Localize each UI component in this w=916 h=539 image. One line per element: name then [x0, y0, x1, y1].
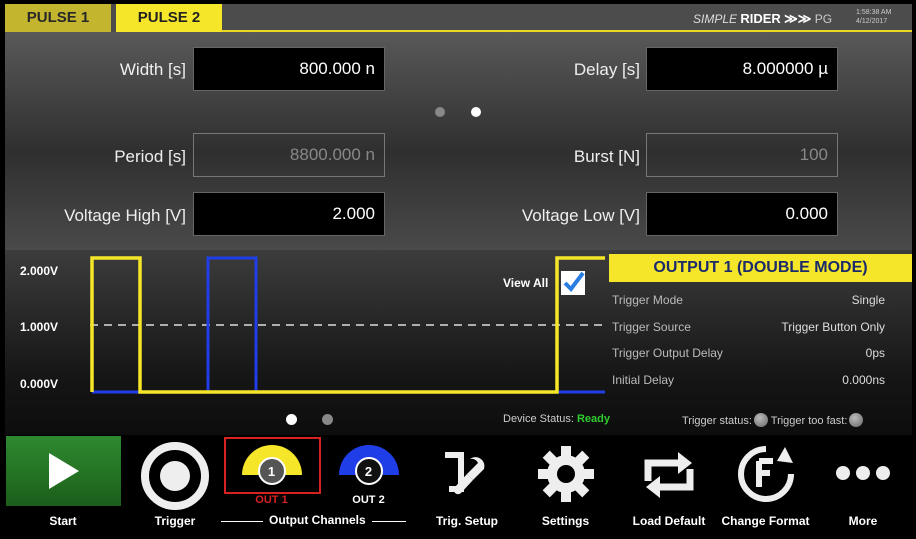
trigger-label: Trigger — [154, 514, 196, 528]
gear-icon — [537, 446, 594, 502]
trigger-output-delay-value: 0ps — [865, 346, 885, 360]
waveform-panel: 2.000V 1.000V 0.000V View All OUTPUT 1 (… — [5, 250, 912, 435]
change-format-label: Change Format — [721, 514, 810, 528]
load-default-label: Load Default — [632, 514, 706, 528]
out1-label: OUT 1 — [255, 494, 288, 506]
more-label: More — [848, 514, 878, 528]
trigger-status: Trigger status: Trigger too fast: — [682, 413, 864, 427]
device-status: Device Status: Ready — [503, 413, 610, 425]
initial-delay-label: Initial Delay — [612, 373, 675, 387]
trigger-button[interactable]: Trigger — [125, 435, 225, 535]
brand-suffix: PG — [814, 12, 833, 26]
clock-date: 4/12/2017 — [856, 18, 888, 25]
trigger-status-label: Trigger status: — [682, 415, 752, 427]
trig-setup-label: Trig. Setup — [435, 514, 498, 528]
bottom-toolbar: Start Trigger 1 OUT 1 2 OUT 2 Output Cha… — [5, 435, 912, 535]
page-dot-2[interactable] — [471, 107, 481, 117]
more-icon — [836, 466, 890, 480]
load-default-button[interactable]: Load Default — [619, 435, 719, 535]
start-label: Start — [49, 514, 77, 528]
trigger-source-label: Trigger Source — [612, 320, 691, 334]
brand-name-bold: RIDER — [740, 11, 781, 26]
tab-pulse-2[interactable]: PULSE 2 — [116, 4, 222, 32]
voltage-low-label: Voltage Low [V] — [521, 206, 640, 225]
trigger-source-value: Trigger Button Only — [781, 320, 885, 334]
view-all-label: View All — [503, 276, 549, 290]
wave-page-dot-1[interactable] — [286, 414, 297, 425]
output-channels-label: Output Channels — [263, 513, 372, 527]
refresh-icon — [644, 452, 694, 498]
trigger-status-led-icon — [753, 413, 768, 427]
format-icon — [737, 446, 794, 502]
change-format-button[interactable]: Change Format — [718, 435, 813, 535]
period-label: Period [s] — [114, 147, 186, 166]
tab-pulse-1[interactable]: PULSE 1 — [5, 4, 111, 32]
burst-field: 100 — [646, 133, 838, 177]
trigger-mode-label: Trigger Mode — [612, 293, 683, 307]
delay-label: Delay [s] — [573, 60, 640, 79]
trigger-too-fast-label: Trigger too fast: — [770, 415, 848, 427]
trigger-icon — [141, 442, 209, 510]
wave-page-dot-2[interactable] — [322, 414, 333, 425]
brand-name: SIMPLE — [693, 12, 738, 26]
trigger-mode-value: Single — [851, 293, 885, 307]
clock: 1:58:38 AM 4/12/2017 — [856, 8, 891, 26]
play-icon — [49, 453, 79, 489]
voltage-high-field[interactable]: 2.000 — [193, 192, 385, 236]
delay-field[interactable]: 8.000000 µ — [646, 47, 838, 91]
trigger-output-delay-label: Trigger Output Delay — [612, 346, 723, 360]
trig-setup-button[interactable]: Trig. Setup — [422, 435, 512, 535]
trigger-too-fast-led-icon — [849, 413, 864, 427]
initial-delay-value: 0.000ns — [842, 373, 885, 387]
period-field: 8800.000 n — [193, 133, 385, 177]
start-button[interactable]: Start — [5, 435, 121, 535]
page-dot-1[interactable] — [435, 107, 445, 117]
view-all-checkbox[interactable] — [560, 270, 586, 296]
parameter-panel: Width [s] 800.000 n Delay [s] 8.000000 µ… — [5, 32, 912, 250]
top-bar: PULSE 1 PULSE 2 SIMPLE RIDER ≫≫ PG 1:58:… — [5, 4, 912, 32]
trigger-setup-icon — [445, 452, 485, 495]
clock-time: 1:58:38 AM — [856, 9, 892, 16]
burst-label: Burst [N] — [573, 147, 640, 166]
width-label: Width [s] — [119, 60, 186, 79]
voltage-low-field[interactable]: 0.000 — [646, 192, 838, 236]
voltage-high-label: Voltage High [V] — [64, 206, 186, 225]
width-field[interactable]: 800.000 n — [193, 47, 385, 91]
device-status-label: Device Status: — [503, 413, 574, 425]
out2-number: 2 — [364, 464, 373, 479]
out1-number: 1 — [267, 464, 276, 479]
settings-label: Settings — [541, 514, 590, 528]
out2-label: OUT 2 — [352, 494, 385, 506]
more-button[interactable]: More — [818, 435, 908, 535]
settings-button[interactable]: Settings — [518, 435, 613, 535]
output-panel-title: OUTPUT 1 (DOUBLE MODE) — [609, 254, 912, 282]
brand-logo: SIMPLE RIDER ≫≫ PG — [693, 11, 832, 27]
device-status-value: Ready — [576, 413, 611, 425]
brand-arrows-icon: ≫≫ — [784, 11, 812, 26]
